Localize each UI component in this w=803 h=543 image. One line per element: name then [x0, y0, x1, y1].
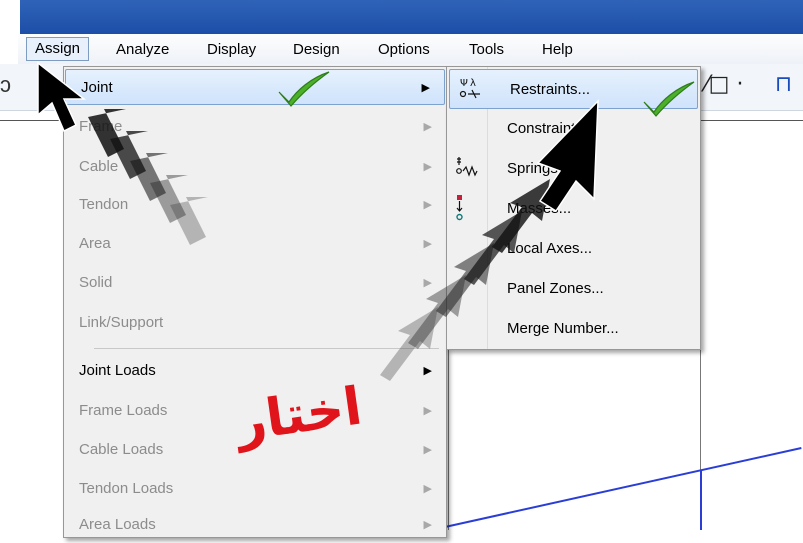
- title-bar: [0, 0, 803, 34]
- toolbar-frame-icon[interactable]: ⊓: [775, 72, 792, 97]
- menu-item-label: Area Loads: [79, 516, 156, 533]
- menu-tools[interactable]: Tools: [461, 39, 512, 61]
- menu-item-label: Solid: [79, 274, 113, 291]
- submenu-arrow-icon: ▶: [423, 518, 432, 531]
- window-edge: [0, 0, 20, 34]
- assign-tendon-loads[interactable]: Tendon Loads ▶: [64, 471, 446, 507]
- menu-item-label: Link/Support: [79, 314, 164, 331]
- svg-text:Ψ: Ψ: [460, 78, 468, 89]
- submenu-arrow-icon: ▶: [423, 404, 432, 417]
- menu-item-label: Frame Loads: [79, 402, 168, 419]
- check-icon: [643, 81, 695, 117]
- menu-item-label: Joint Loads: [79, 362, 156, 379]
- menu-item-label: Tendon Loads: [79, 480, 174, 497]
- check-icon: [278, 71, 330, 107]
- svg-text:λ: λ: [470, 78, 476, 89]
- toolbar-partial-icon[interactable]: ɔ: [0, 72, 11, 98]
- submenu-arrow-icon: ▶: [423, 482, 432, 495]
- toolbar-draw-icon[interactable]: ⁄□ ·: [705, 72, 743, 97]
- menu-help[interactable]: Help: [534, 39, 581, 61]
- menu-item-label: Cable Loads: [79, 441, 164, 458]
- cursor-arrow-icon: [380, 99, 599, 381]
- cursor-arrow-icon: [37, 61, 208, 245]
- frame-member[interactable]: [700, 470, 702, 530]
- menu-design[interactable]: Design: [285, 39, 348, 61]
- menu-options[interactable]: Options: [370, 39, 438, 61]
- submenu-arrow-icon: ▶: [423, 443, 432, 456]
- assign-area-loads[interactable]: Area Loads ▶: [64, 507, 446, 543]
